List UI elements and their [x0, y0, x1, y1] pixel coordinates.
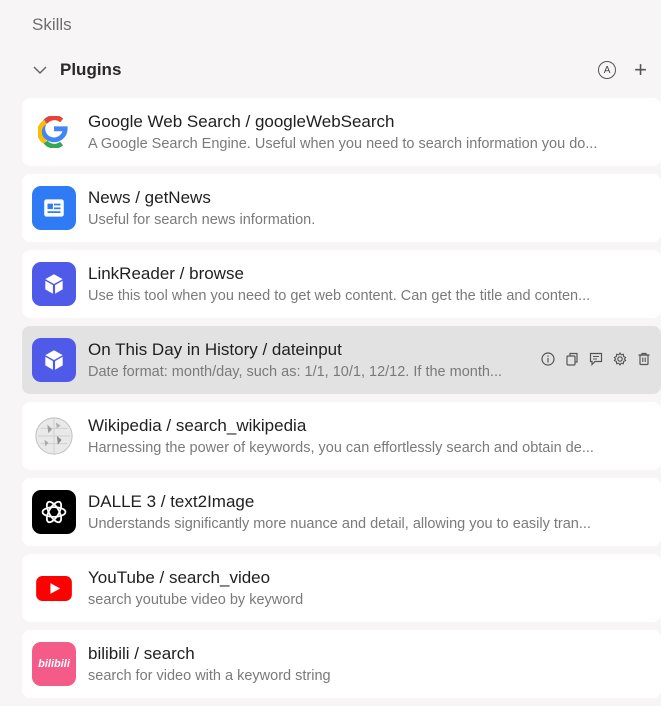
group-title: Plugins [60, 60, 122, 79]
bilibili-icon: bilibili [32, 642, 76, 686]
google-icon [32, 110, 76, 154]
box-icon [32, 338, 76, 382]
plugin-description: search for video with a keyword string [88, 668, 331, 684]
row-actions [541, 352, 651, 366]
edit-message-icon[interactable] [589, 352, 603, 366]
plugin-description: Understands significantly more nuance an… [88, 516, 591, 532]
plugin-title: DALLE 3 / text2Image [88, 492, 255, 511]
plugin-title: LinkReader / browse [88, 264, 244, 283]
plugin-item-dalle[interactable]: DALLE 3 / text2Image Understands signifi… [22, 478, 661, 546]
plugin-description: Use this tool when you need to get web c… [88, 288, 591, 304]
plugin-title: YouTube / search_video [88, 568, 271, 587]
chevron-down-icon[interactable] [32, 62, 48, 78]
news-icon [32, 186, 76, 230]
plugin-title: News / getNews [88, 188, 211, 207]
plugin-description: search youtube video by keyword [88, 592, 304, 608]
plugin-title: bilibili / search [88, 644, 195, 663]
bilibili-logo-text: bilibili [38, 658, 70, 670]
plugin-description: Useful for search news information. [88, 212, 316, 228]
box-icon [32, 262, 76, 306]
plugin-item-google[interactable]: Google Web Search / googleWebSearch A Go… [22, 98, 661, 166]
plugin-item-bilibili[interactable]: bilibili bilibili / search search for vi… [22, 630, 661, 698]
group-actions: A + [598, 59, 647, 81]
plugin-item-on-this-day[interactable]: On This Day in History / dateinput Date … [22, 326, 661, 394]
openai-icon [32, 490, 76, 534]
info-icon[interactable] [541, 352, 555, 366]
plugin-title: Google Web Search / googleWebSearch [88, 112, 395, 131]
plugin-title: Wikipedia / search_wikipedia [88, 416, 307, 435]
skills-panel: Skills Plugins A + Google Web Search / g… [0, 0, 661, 705]
plugin-item-linkreader[interactable]: LinkReader / browse Use this tool when y… [22, 250, 661, 318]
plugins-group-header[interactable]: Plugins A + [32, 58, 647, 82]
delete-icon[interactable] [637, 352, 651, 366]
youtube-icon [32, 566, 76, 610]
settings-icon[interactable] [613, 352, 627, 366]
plugin-item-youtube[interactable]: YouTube / search_video search youtube vi… [22, 554, 661, 622]
add-plugin-button[interactable]: + [634, 59, 647, 81]
plugin-item-wikipedia[interactable]: Wikipedia / search_wikipedia Harnessing … [22, 402, 661, 470]
plugin-description: Date format: month/day, such as: 1/1, 10… [88, 364, 503, 380]
plugin-item-news[interactable]: News / getNews Useful for search news in… [22, 174, 661, 242]
plugin-list: Google Web Search / googleWebSearch A Go… [22, 98, 661, 706]
plugin-title: On This Day in History / dateinput [88, 340, 342, 359]
copy-icon[interactable] [565, 352, 579, 366]
section-title: Skills [32, 15, 72, 34]
plugin-description: A Google Search Engine. Useful when you … [88, 136, 598, 152]
wikipedia-icon [32, 414, 76, 458]
auto-icon[interactable]: A [598, 61, 617, 79]
plugin-description: Harnessing the power of keywords, you ca… [88, 440, 594, 456]
